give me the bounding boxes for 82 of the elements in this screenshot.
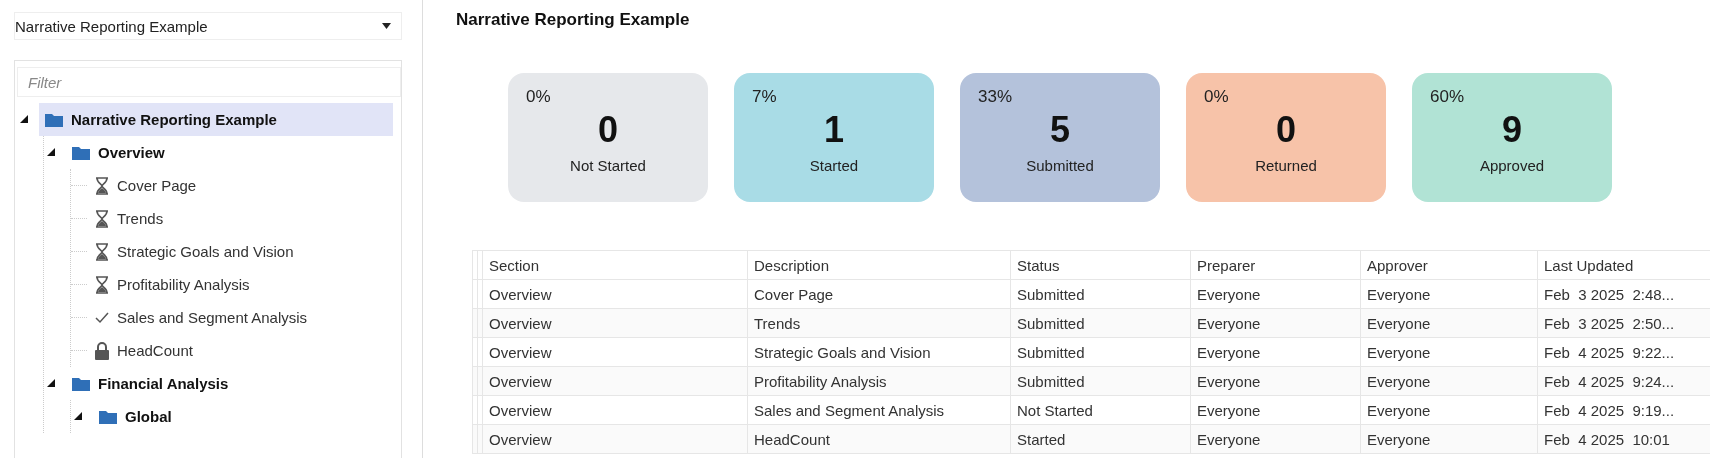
table-cell: Everyone xyxy=(1360,395,1538,425)
percent-text: 0% xyxy=(1204,87,1229,107)
collapse-icon[interactable] xyxy=(47,379,55,387)
table-cell: Feb 4 2025 10:01 xyxy=(1537,424,1710,454)
tree-item[interactable]: Cover Page xyxy=(95,169,205,202)
table-cell: Overview xyxy=(482,308,748,338)
table-cell: Feb 3 2025 2:50... xyxy=(1537,308,1710,338)
collapse-icon[interactable] xyxy=(74,412,82,420)
caret-icon xyxy=(382,23,391,29)
folder-icon xyxy=(99,409,117,424)
table-cell: Sales and Segment Analysis xyxy=(747,395,1011,425)
folder-icon xyxy=(72,145,90,160)
status-label: Returned xyxy=(1255,157,1317,174)
column-header[interactable]: Approver xyxy=(1360,250,1538,280)
table-cell: Everyone xyxy=(1190,366,1361,396)
table-cell: Everyone xyxy=(1360,308,1538,338)
table-cell: Submitted xyxy=(1010,279,1191,309)
table-cell: Everyone xyxy=(1190,424,1361,454)
project-dropdown[interactable]: Narrative Reporting Example xyxy=(14,12,402,40)
table-cell: Overview xyxy=(482,366,748,396)
percent-text: 60% xyxy=(1430,87,1465,107)
percent-text: 7% xyxy=(752,87,777,107)
table-cell: Everyone xyxy=(1360,424,1538,454)
hourglass-icon xyxy=(95,275,109,294)
table-cell: Submitted xyxy=(1010,308,1191,338)
status-label: Submitted xyxy=(1026,157,1094,174)
table-cell: Everyone xyxy=(1360,279,1538,309)
table-cell: Everyone xyxy=(1360,337,1538,367)
collapse-icon[interactable] xyxy=(20,115,28,123)
collapse-icon[interactable] xyxy=(47,148,55,156)
column-header[interactable]: Description xyxy=(747,250,1011,280)
table-cell: Everyone xyxy=(1360,366,1538,396)
table-cell: Started xyxy=(1010,424,1191,454)
status-label: Approved xyxy=(1479,157,1545,174)
filter-field[interactable]: Filter xyxy=(17,67,401,97)
count-text: 9 xyxy=(1502,109,1522,151)
table-cell: Trends xyxy=(747,308,1011,338)
column-header[interactable]: Section xyxy=(482,250,748,280)
percent-text: 0% xyxy=(526,87,551,107)
tree-item[interactable]: Financial Analysis xyxy=(66,367,237,400)
status-label: Not Started xyxy=(570,157,646,174)
page-title: Narrative Reporting Example xyxy=(456,10,691,31)
table-cell: Everyone xyxy=(1190,337,1361,367)
column-header[interactable]: Status xyxy=(1010,250,1191,280)
hourglass-icon xyxy=(95,242,109,261)
hourglass-icon xyxy=(95,176,109,195)
tree-item[interactable]: Trends xyxy=(95,202,172,235)
column-header[interactable]: Last Updated xyxy=(1537,250,1710,280)
table-cell: Profitability Analysis xyxy=(747,366,1011,396)
tree-item[interactable]: HeadCount xyxy=(95,334,201,367)
table-cell: Submitted xyxy=(1010,366,1191,396)
count-text: 5 xyxy=(1050,109,1070,151)
lock-icon xyxy=(95,341,109,360)
column-header[interactable]: Preparer xyxy=(1190,250,1361,280)
tree-item[interactable]: Strategic Goals and Vision xyxy=(95,235,302,268)
table-cell: HeadCount xyxy=(747,424,1011,454)
count-text: 0 xyxy=(1276,109,1296,151)
table-cell: Everyone xyxy=(1190,279,1361,309)
count-text: 1 xyxy=(824,109,844,151)
table-cell: Overview xyxy=(482,337,748,367)
table-cell: Overview xyxy=(482,279,748,309)
table-cell: Everyone xyxy=(1190,308,1361,338)
hourglass-icon xyxy=(95,209,109,228)
tree-item[interactable]: Narrative Reporting Example xyxy=(39,103,393,136)
table-cell: Strategic Goals and Vision xyxy=(747,337,1011,367)
table-cell: Cover Page xyxy=(747,279,1011,309)
table-cell: Overview xyxy=(482,424,748,454)
table-cell: Overview xyxy=(482,395,748,425)
tree-item[interactable]: Sales and Segment Analysis xyxy=(95,301,316,334)
table-cell: Everyone xyxy=(1190,395,1361,425)
tree-item[interactable]: Global xyxy=(93,400,180,433)
tree-item[interactable]: Overview xyxy=(66,136,173,169)
folder-icon xyxy=(45,112,63,127)
folder-icon xyxy=(72,376,90,391)
count-text: 0 xyxy=(598,109,618,151)
percent-text: 33% xyxy=(978,87,1013,107)
table-cell: Submitted xyxy=(1010,337,1191,367)
table-cell: Not Started xyxy=(1010,395,1191,425)
status-label: Started xyxy=(809,157,859,174)
check-icon xyxy=(95,311,109,324)
tree-item[interactable]: Profitability Analysis xyxy=(95,268,258,301)
table-cell: Feb 4 2025 9:24... xyxy=(1537,366,1710,396)
